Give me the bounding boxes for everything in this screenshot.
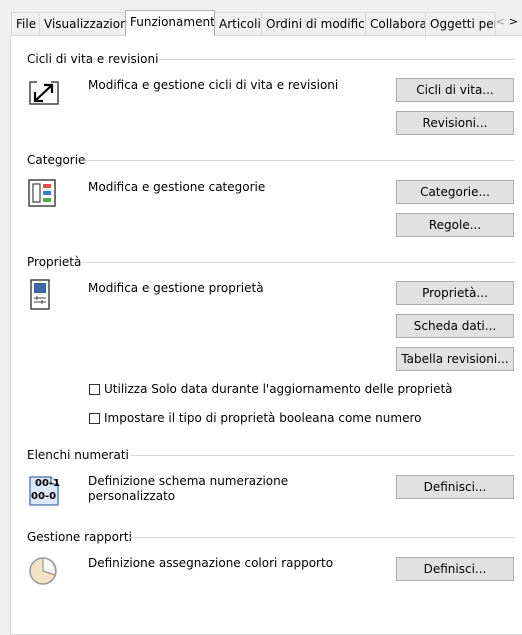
- option-booleana-numero-label: Impostare il tipo di proprietà booleana …: [104, 411, 422, 425]
- tabella-revisioni-button[interactable]: Tabella revisioni...: [396, 347, 514, 371]
- categories-description: Modifica e gestione categorie: [88, 180, 266, 194]
- numbering-icon-text-bottom: 00-0: [31, 491, 57, 502]
- tab-collabora[interactable]: Collabora: [365, 12, 426, 35]
- properties-description: Modifica e gestione proprietà: [88, 281, 264, 295]
- option-solo-data-label: Utilizza Solo data durante l'aggiornamen…: [104, 382, 453, 396]
- option-booleana-numero[interactable]: Impostare il tipo di proprietà booleana …: [89, 411, 421, 425]
- section-title-lifecycle: Cicli di vita e revisioni: [27, 52, 159, 66]
- proprieta-button[interactable]: Proprietà...: [396, 281, 514, 305]
- pie-chart-icon: [29, 557, 57, 585]
- checkbox-solo-data[interactable]: [89, 383, 100, 395]
- tab-file[interactable]: File: [11, 12, 40, 35]
- numbering-icon-text-top: 00-1: [35, 478, 61, 489]
- lifecycle-icon: [29, 79, 59, 105]
- tab-strip: File Visualizzazione Funzionamenti Artic…: [0, 0, 522, 36]
- tab-oggetti-pers[interactable]: Oggetti pers: [425, 12, 496, 35]
- tab-funzionamenti[interactable]: Funzionamenti: [125, 10, 215, 36]
- checkbox-booleana-numero[interactable]: [89, 412, 100, 424]
- section-title-reports: Gestione rapporti: [27, 530, 132, 544]
- numbering-icon: 00-1 00-0: [27, 473, 61, 507]
- cicli-di-vita-button[interactable]: Cicli di vita...: [396, 78, 514, 102]
- option-solo-data[interactable]: Utilizza Solo data durante l'aggiornamen…: [89, 382, 453, 396]
- categories-icon: [28, 179, 56, 207]
- lifecycle-description: Modifica e gestione cicli di vita e revi…: [88, 78, 339, 92]
- tab-ordini-di-modifica[interactable]: Ordini di modifica: [261, 12, 366, 35]
- section-divider: [129, 537, 515, 538]
- tab-visualizzazione[interactable]: Visualizzazione: [39, 12, 126, 35]
- properties-icon: [30, 279, 50, 310]
- section-divider: [81, 262, 515, 263]
- numbering-description-line1: Definizione schema numerazione: [88, 474, 289, 488]
- tab-scroll-buttons: < >: [494, 15, 520, 28]
- definisci-reports-button[interactable]: Definisci...: [396, 557, 514, 581]
- section-title-numbering: Elenchi numerati: [27, 448, 129, 462]
- chevron-right-icon[interactable]: >: [507, 15, 520, 28]
- numbering-description: Definizione schema numerazione personali…: [88, 474, 288, 504]
- section-title-categories: Categorie: [27, 153, 86, 167]
- reports-description: Definizione assegnazione colori rapporto: [88, 556, 334, 570]
- funzionamenti-panel: Cicli di vita e revisioni Modifica e ges…: [10, 35, 522, 635]
- section-divider: [159, 59, 515, 60]
- section-title-properties: Proprietà: [27, 255, 82, 269]
- definisci-numbering-button[interactable]: Definisci...: [396, 475, 514, 499]
- section-divider: [131, 455, 515, 456]
- scheda-dati-button[interactable]: Scheda dati...: [396, 314, 514, 338]
- revisioni-button[interactable]: Revisioni...: [396, 111, 514, 135]
- regole-button[interactable]: Regole...: [396, 213, 514, 237]
- section-divider: [85, 160, 515, 161]
- tab-articoli[interactable]: Articoli: [214, 12, 262, 35]
- numbering-description-line2: personalizzato: [88, 489, 176, 503]
- chevron-left-icon[interactable]: <: [494, 15, 507, 28]
- categorie-button[interactable]: Categorie...: [396, 180, 514, 204]
